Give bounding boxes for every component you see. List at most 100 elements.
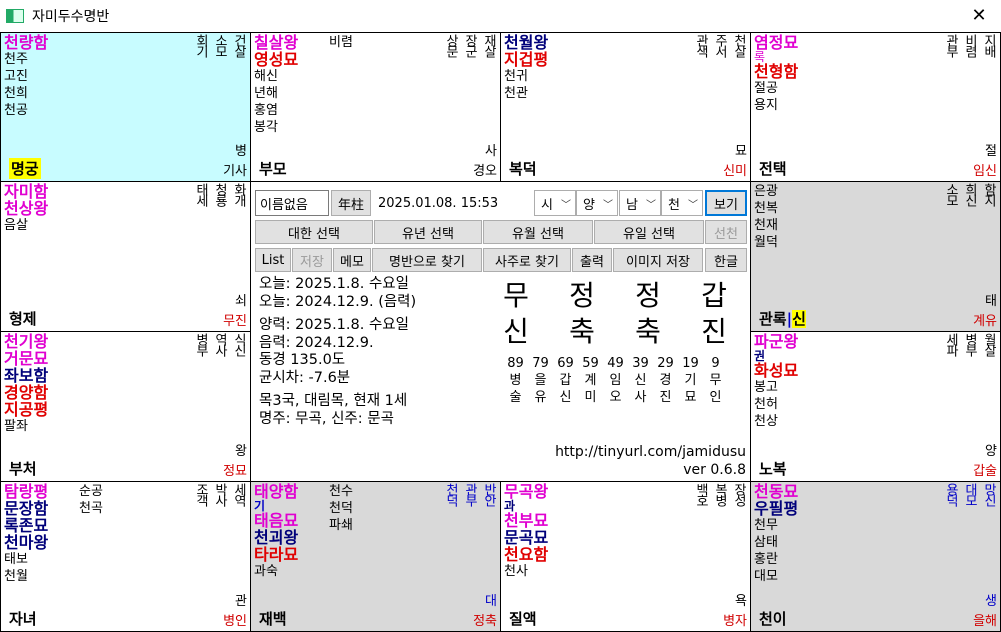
star-minor: 천덕 xyxy=(329,501,353,516)
stem-branch-label: 신미 xyxy=(723,164,747,179)
palace-bucheo[interactable]: 천기왕 거문묘 좌보함 경양함 지공평 팔좌 식신 역사 병부 왕 정묘 부처 xyxy=(0,332,251,482)
year-pillar-button[interactable]: 年柱 xyxy=(331,190,371,216)
palace-cheonyi[interactable]: 천동묘 우필평 천무 삼태 홍란 대모 망신 대모 용덕 생 을해 천이 xyxy=(751,482,1001,632)
star-main: 염정묘 xyxy=(754,33,799,52)
calendar-select[interactable]: 양 ﹀ xyxy=(576,190,618,216)
star-main: 지겁평 xyxy=(504,50,549,69)
gender-select[interactable]: 남 ﹀ xyxy=(619,190,661,216)
life-stage-label: 절 xyxy=(985,144,997,159)
star-minor: 홍염 xyxy=(254,103,278,118)
spirit-label: 청룡 xyxy=(212,183,227,205)
star-minor: 과숙 xyxy=(254,564,278,579)
daeun-branch: 술 xyxy=(509,390,522,405)
spirit-label: 함지 xyxy=(981,183,996,205)
yunyeon-select-button[interactable]: 유년 선택 xyxy=(374,220,482,244)
seoncheon-button[interactable]: 선천 xyxy=(705,220,747,244)
korean-toggle-button[interactable]: 한글 xyxy=(705,248,747,272)
palace-bokdeok[interactable]: 천월왕 지겁평 천귀 천관 천살 주서 관색 묘 신미 복덕 xyxy=(501,32,751,182)
find-by-saju-button[interactable]: 사주로 찾기 xyxy=(483,248,571,272)
datetime-input[interactable]: 2025.01.08. 15:53 xyxy=(373,190,529,216)
star-main: 우필평 xyxy=(754,499,799,518)
life-stage-label: 생 xyxy=(985,594,997,609)
print-button[interactable]: 출력 xyxy=(572,248,612,272)
life-stage-label: 욕 xyxy=(735,594,747,609)
star-main: 지공평 xyxy=(4,400,49,419)
life-stage-label: 대 xyxy=(485,594,497,609)
palace-bumo[interactable]: 칠살왕 영성묘 해신 년해 홍염 봉각 비렴 재살 장군 상문 사 경오 부모 xyxy=(251,32,501,182)
star-minor: 천무 xyxy=(754,518,778,533)
palace-name: 부모 xyxy=(259,160,287,178)
save-button[interactable]: 저장 xyxy=(292,248,332,272)
spirit-label: 비렴 xyxy=(962,34,977,56)
daeun-branch: 묘 xyxy=(684,390,697,405)
palace-gwanrok[interactable]: 은광 천복 천재 월덕 함지 희신 소모 태 계유 관록|신 xyxy=(751,182,1001,332)
daeun-branch: 진 xyxy=(659,390,672,405)
stem-glyph: 정 xyxy=(569,279,595,312)
spirit-label: 병부 xyxy=(193,333,208,355)
daeun-age: 49 xyxy=(607,356,624,371)
name-input[interactable]: 이름없음 xyxy=(255,190,329,216)
list-button[interactable]: List xyxy=(255,248,291,272)
palace-nobok[interactable]: 파군왕 권 화성묘 봉고 천허 천상 월살 병부 세파 양 갑술 노복 xyxy=(751,332,1001,482)
star-main: 문장함 xyxy=(4,499,49,518)
time-select[interactable]: 시 ﹀ xyxy=(534,190,576,216)
spirit-label: 천덕 xyxy=(443,483,458,505)
palace-janyeo[interactable]: 탐랑평 문장함 록존묘 천마왕 태보 천월 순공 천곡 세역 박사 조객 관 병… xyxy=(0,482,251,632)
spirit-label: 소모 xyxy=(943,183,958,205)
star-minor: 해신 xyxy=(254,69,278,84)
star-minor: 삼태 xyxy=(754,535,778,550)
stem-branch-label: 병자 xyxy=(723,614,747,629)
daeun-branch: 사 xyxy=(634,390,647,405)
spirit-label: 회기 xyxy=(193,34,208,56)
spirit-label: 주서 xyxy=(712,34,727,56)
star-main: 화성묘 xyxy=(754,361,799,380)
chart-type-select[interactable]: 천 ﹀ xyxy=(661,190,703,216)
close-icon[interactable]: ✕ xyxy=(969,5,989,26)
spirit-label: 백호 xyxy=(693,483,708,505)
daeun-stem: 계 xyxy=(584,373,597,388)
life-stage-label: 사 xyxy=(485,144,497,159)
star-main: 천상왕 xyxy=(4,199,49,218)
daeun-stem: 을 xyxy=(534,373,547,388)
app-icon xyxy=(6,9,24,23)
daehan-select-button[interactable]: 대한 선택 xyxy=(255,220,373,244)
daeun-stem: 기 xyxy=(684,373,697,388)
homepage-link[interactable]: http://tinyurl.com/jamidusu xyxy=(555,444,746,460)
yuil-select-button[interactable]: 유일 선택 xyxy=(594,220,704,244)
star-minor: 천월 xyxy=(4,569,28,584)
stem-glyph: 무 xyxy=(503,279,529,312)
star-main: 칠살왕 xyxy=(254,33,299,52)
star-main: 천요함 xyxy=(504,545,549,564)
palace-jeontaek[interactable]: 염정묘 록 천형함 절공 용지 지배 비렴 관부 절 임신 전택 xyxy=(751,32,1001,182)
view-button[interactable]: 보기 xyxy=(705,190,747,216)
life-stage-label: 병 xyxy=(235,144,247,159)
daeun-branch: 유 xyxy=(534,390,547,405)
star-minor: 태보 xyxy=(4,552,28,567)
palace-name-text: 관록 xyxy=(759,310,787,328)
save-image-button[interactable]: 이미지 저장 xyxy=(613,248,703,272)
daeun-age: 29 xyxy=(657,356,674,371)
star-minor: 절공 xyxy=(754,81,778,96)
palace-jaebaek[interactable]: 태양함 기 태음묘 천괴왕 타라묘 과숙 천수 천덕 파쇄 반안 관부 천덕 대… xyxy=(251,482,501,632)
branch-glyph: 축 xyxy=(635,315,661,348)
birth-info: 오늘: 2025.1.8. 수요일 오늘: 2024.12.9. (음력) 양력… xyxy=(259,276,416,428)
star-minor: 천허 xyxy=(754,397,778,412)
star-main: 무곡왕 xyxy=(504,482,549,501)
find-by-chart-button[interactable]: 명반으로 찾기 xyxy=(372,248,482,272)
star-main: 자미함 xyxy=(4,182,49,201)
palace-myeonggung[interactable]: 천량함 천주 고진 천희 천공 건살 소모 회기 병 기사 명궁 xyxy=(0,32,251,182)
daeun-stem: 갑 xyxy=(559,373,572,388)
palace-jilaek[interactable]: 무곡왕 과 천부묘 문곡묘 천요함 천사 장성 복병 백호 욕 병자 질액 xyxy=(501,482,751,632)
star-minor: 천귀 xyxy=(504,69,528,84)
chevron-down-icon: ﹀ xyxy=(561,199,571,211)
palace-name: 복덕 xyxy=(509,160,537,178)
star-minor: 비렴 xyxy=(329,35,353,50)
gender-select-value: 남 xyxy=(626,197,638,213)
memo-button[interactable]: 메모 xyxy=(333,248,371,272)
chevron-down-icon: ﹀ xyxy=(646,199,656,211)
spirit-label: 복병 xyxy=(712,483,727,505)
star-minor: 용지 xyxy=(754,98,778,113)
palace-hyeongje[interactable]: 자미함 천상왕 음살 화개 청룡 태세 쇠 무진 형제 xyxy=(0,182,251,332)
star-minor: 천관 xyxy=(504,86,528,101)
yuwol-select-button[interactable]: 유월 선택 xyxy=(483,220,593,244)
